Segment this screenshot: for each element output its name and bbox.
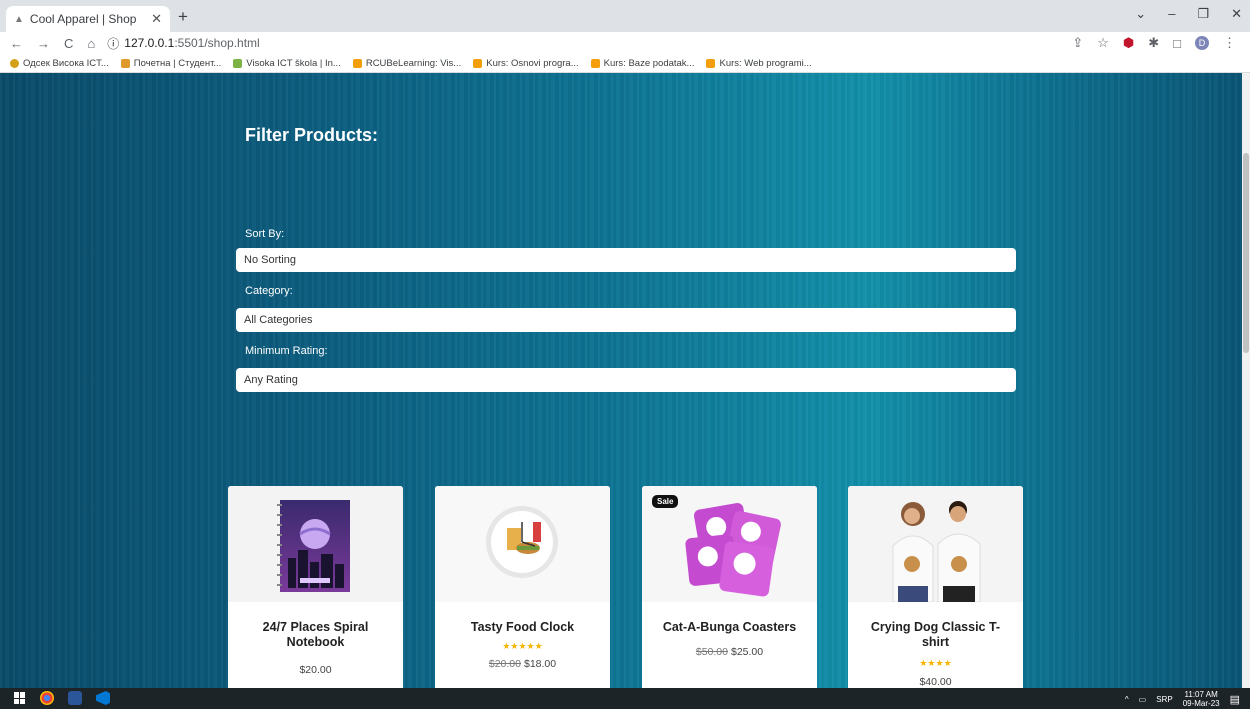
bookmark-favicon-icon [473,58,483,68]
language-indicator[interactable]: SRP [1156,695,1172,704]
url-path: :5501/shop.html [174,36,260,50]
side-panel-icon[interactable]: □ [1173,36,1181,51]
sale-badge: Sale [652,495,679,508]
windows-taskbar: ^ ▭ SRP 11:07 AM 09-Mar-23 ▤ [0,688,1250,709]
product-image[interactable] [228,486,403,602]
bookmark-favicon-icon [10,58,19,68]
product-name[interactable]: Cat-A-Bunga Coasters [652,620,807,635]
old-price: $20.00 [488,658,521,670]
rating-label: Minimum Rating: [245,345,328,357]
product-image[interactable] [435,486,610,602]
new-tab-button[interactable]: + [178,7,188,27]
bookmark-item[interactable]: Одсек Висока ICT... [10,58,109,69]
home-icon[interactable]: ⌂ [87,36,95,51]
tab-search-icon[interactable]: ⌄ [1135,6,1146,22]
bookmark-item[interactable]: Visoka ICT škola | In... [233,58,341,69]
back-icon[interactable]: ← [10,36,23,51]
product-name[interactable]: 24/7 Places Spiral Notebook [238,620,393,650]
product-card[interactable]: 24/7 Places Spiral Notebook $20.00 [228,486,403,688]
bookmark-favicon-icon [120,58,130,68]
product-price: $20.00 [299,664,332,676]
sort-select[interactable]: No Sorting [236,248,1016,272]
rating-stars-icon: ★★★★ [919,658,952,668]
vscode-icon[interactable] [96,691,110,705]
bookmark-item[interactable]: RCUBeLearning: Vis... [352,58,461,69]
page-scrollbar[interactable] [1242,73,1250,688]
chrome-icon[interactable] [40,691,54,705]
minimize-icon[interactable]: – [1168,6,1175,22]
bookmark-item[interactable]: Kurs: Web programi... [706,58,812,69]
product-name[interactable]: Crying Dog Classic T-shirt [858,620,1013,650]
forward-icon[interactable]: → [37,36,50,51]
bookmark-item[interactable]: Kurs: Osnovi progra... [473,58,579,69]
product-price: $40.00 [919,676,952,688]
scrollbar-thumb[interactable] [1243,153,1249,353]
bookmark-favicon-icon [352,58,362,68]
bookmark-star-icon[interactable]: ☆ [1097,35,1109,51]
filter-title: Filter Products: [245,125,379,145]
browser-tab[interactable]: ▲ Cool Apparel | Shop ✕ [6,6,170,32]
tab-favicon-icon: ▲ [14,13,24,25]
bookmark-favicon-icon [706,58,716,68]
notification-icon[interactable]: ▤ [1230,693,1240,706]
reload-icon[interactable]: C [64,36,73,51]
sort-label: Sort By: [245,228,285,240]
product-card[interactable]: Sale Cat-A-Bunga Coasters $50.00 $25.00 [642,486,817,688]
product-price: $50.00 $25.00 [695,646,764,658]
tray-chevron-icon[interactable]: ^ [1125,695,1129,704]
bookmark-favicon-icon [590,58,600,68]
bookmark-favicon-icon [233,58,243,68]
extensions-puzzle-icon[interactable]: ✱ [1148,35,1159,51]
product-card[interactable]: Tasty Food Clock ★★★★★ $20.00 $18.00 [435,486,610,688]
product-image[interactable]: Sale [642,486,817,602]
rating-select[interactable]: Any Rating [236,368,1016,392]
product-name[interactable]: Tasty Food Clock [445,620,600,635]
tab-title: Cool Apparel | Shop [29,12,137,26]
bookmarks-bar: Одсек Висока ICT... Почетна | Студент...… [0,54,1250,73]
tab-close-icon[interactable]: ✕ [151,11,162,27]
category-select[interactable]: All Categories [236,308,1016,332]
rating-stars-icon: ★★★★★ [502,641,543,651]
network-icon[interactable]: ▭ [1139,695,1147,704]
restore-icon[interactable]: ❐ [1197,6,1209,22]
address-bar[interactable]: ⓘ 127.0.0.1:5501/shop.html [107,35,259,52]
bookmark-item[interactable]: Почетна | Студент... [120,58,221,69]
product-image[interactable] [848,486,1023,603]
shop-page: Filter Products: Sort By: No Sorting Cat… [0,73,1242,688]
clock[interactable]: 11:07 AM 09-Mar-23 [1183,690,1220,708]
profile-avatar[interactable]: D [1195,36,1209,50]
word-icon[interactable] [68,691,82,705]
url-host: 127.0.0.1 [124,36,175,50]
browser-toolbar: ← → C ⌂ ⓘ 127.0.0.1:5501/shop.html ⇪ ☆ ⬢… [0,32,1250,54]
old-price: $50.00 [695,646,728,658]
menu-kebab-icon[interactable]: ⋮ [1223,35,1236,51]
window-close-icon[interactable]: ✕ [1231,6,1242,22]
share-icon[interactable]: ⇪ [1072,35,1083,51]
bookmark-item[interactable]: Kurs: Baze podatak... [590,58,694,69]
category-label: Category: [245,285,293,297]
product-card[interactable]: Crying Dog Classic T-shirt ★★★★ $40.00 [848,486,1023,688]
product-price: $20.00 $18.00 [488,658,557,670]
windows-start-icon[interactable] [14,692,26,704]
info-icon[interactable]: ⓘ [107,35,119,52]
browser-tab-bar: ▲ Cool Apparel | Shop ✕ + ⌄ – ❐ ✕ [0,0,1250,32]
extension-shield-icon[interactable]: ⬢ [1123,35,1134,51]
